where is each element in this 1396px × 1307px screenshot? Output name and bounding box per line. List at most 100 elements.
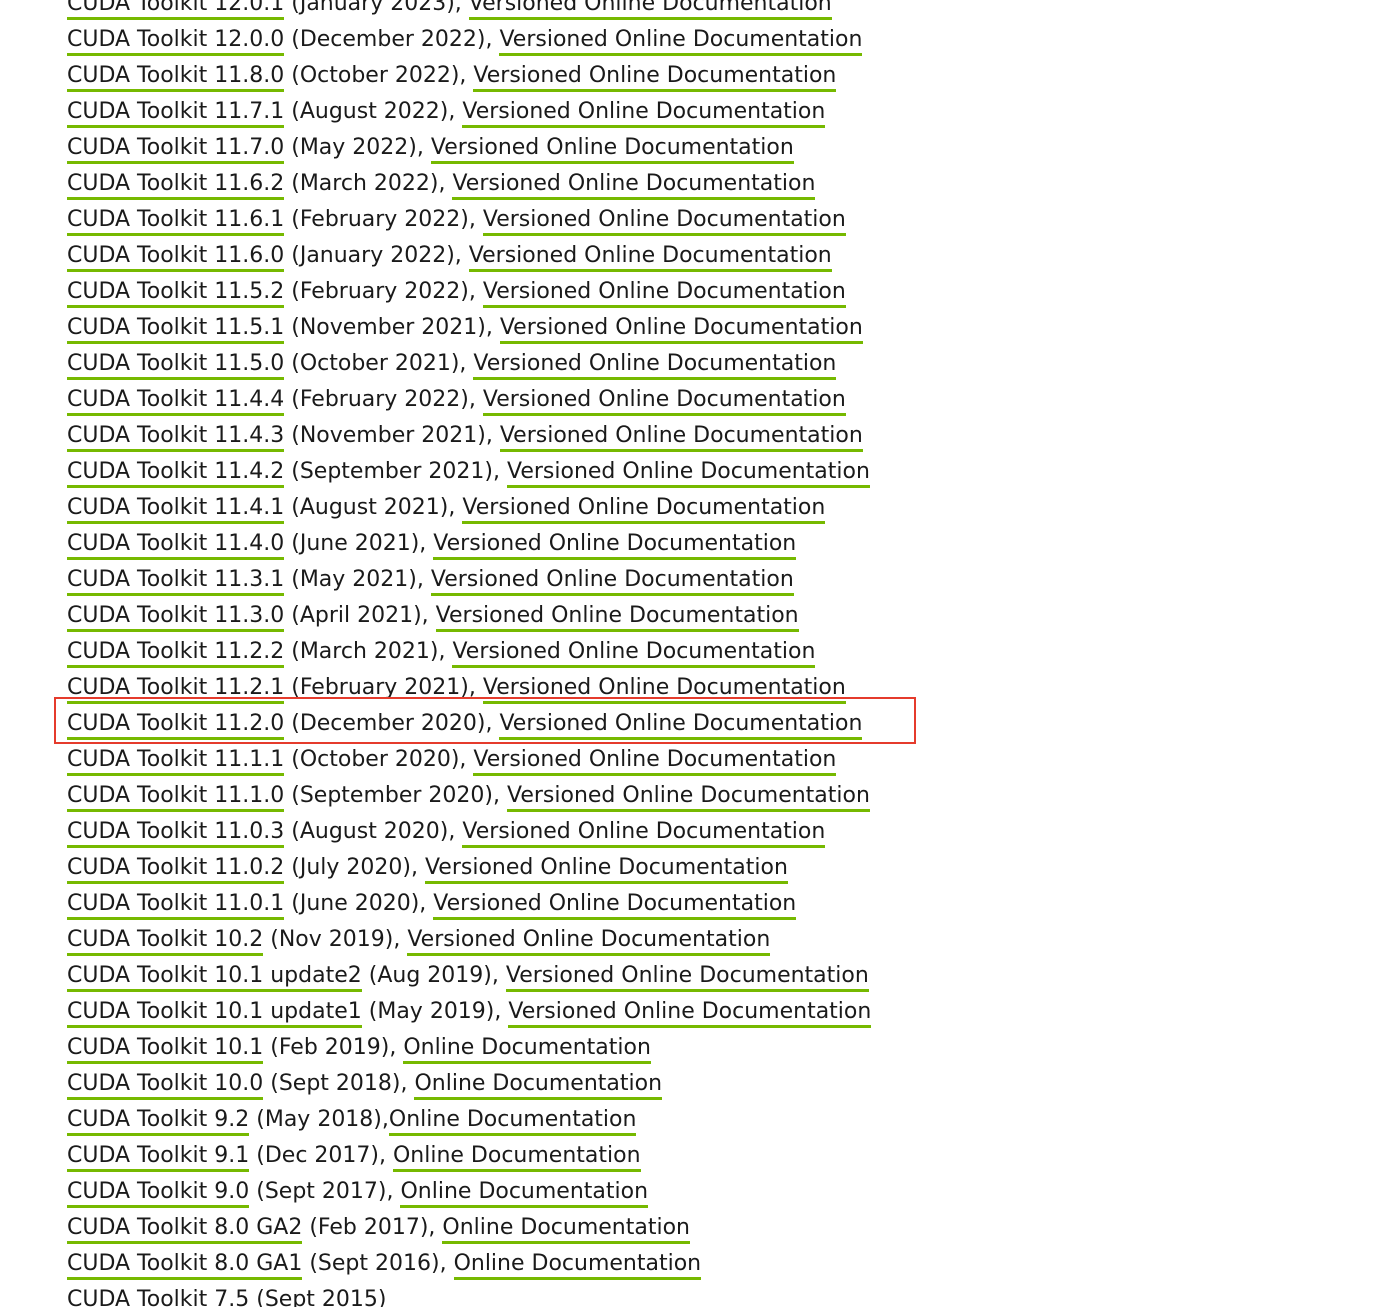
- documentation-link[interactable]: Versioned Online Documentation: [430, 567, 794, 596]
- documentation-link[interactable]: Online Documentation: [403, 1035, 651, 1064]
- documentation-link[interactable]: Online Documentation: [388, 1107, 637, 1136]
- documentation-link[interactable]: Versioned Online Documentation: [462, 495, 826, 524]
- toolkit-download-link[interactable]: CUDA Toolkit 11.5.1: [67, 315, 285, 344]
- documentation-link[interactable]: Versioned Online Documentation: [468, 0, 832, 20]
- toolkit-download-link[interactable]: CUDA Toolkit 11.6.0: [67, 243, 285, 272]
- release-date: (June 2020),: [284, 891, 434, 916]
- toolkit-download-link[interactable]: CUDA Toolkit 11.0.1: [67, 891, 285, 920]
- toolkit-download-link[interactable]: CUDA Toolkit 12.0.0: [67, 27, 285, 56]
- documentation-link[interactable]: Versioned Online Documentation: [433, 891, 797, 920]
- documentation-link[interactable]: Versioned Online Documentation: [433, 531, 797, 560]
- toolkit-download-link[interactable]: CUDA Toolkit 11.4.4: [67, 387, 285, 416]
- toolkit-download-link[interactable]: CUDA Toolkit 11.0.3: [67, 819, 285, 848]
- release-row: CUDA Toolkit 11.8.0 (October 2022), Vers…: [67, 58, 871, 94]
- toolkit-download-link[interactable]: CUDA Toolkit 11.8.0: [67, 63, 285, 92]
- toolkit-download-link[interactable]: CUDA Toolkit 10.1 update1: [67, 999, 362, 1028]
- documentation-link[interactable]: Versioned Online Documentation: [473, 747, 837, 776]
- release-row: CUDA Toolkit 10.1 (Feb 2019), Online Doc…: [67, 1030, 871, 1066]
- toolkit-download-link[interactable]: CUDA Toolkit 9.0: [67, 1179, 250, 1208]
- documentation-link[interactable]: Versioned Online Documentation: [468, 243, 832, 272]
- documentation-link[interactable]: Versioned Online Documentation: [499, 315, 863, 344]
- release-date: (February 2022),: [284, 279, 483, 304]
- release-row: CUDA Toolkit 11.1.1 (October 2020), Vers…: [67, 742, 871, 778]
- release-row: CUDA Toolkit 8.0 GA2 (Feb 2017), Online …: [67, 1210, 871, 1246]
- release-row: CUDA Toolkit 11.6.1 (February 2022), Ver…: [67, 202, 871, 238]
- toolkit-download-link[interactable]: CUDA Toolkit 10.1 update2: [67, 963, 362, 992]
- documentation-link[interactable]: Versioned Online Documentation: [473, 63, 837, 92]
- toolkit-download-link[interactable]: CUDA Toolkit 11.4.0: [67, 531, 285, 560]
- release-row: CUDA Toolkit 11.1.0 (September 2020), Ve…: [67, 778, 871, 814]
- documentation-link[interactable]: Versioned Online Documentation: [462, 99, 826, 128]
- toolkit-download-link[interactable]: CUDA Toolkit 11.3.0: [67, 603, 285, 632]
- release-date: (March 2022),: [284, 171, 453, 196]
- toolkit-download-link[interactable]: CUDA Toolkit 8.0 GA1: [67, 1251, 303, 1280]
- release-row: CUDA Toolkit 11.2.0 (December 2020), Ver…: [67, 706, 871, 742]
- documentation-link[interactable]: Versioned Online Documentation: [482, 387, 846, 416]
- toolkit-download-link[interactable]: CUDA Toolkit 11.2.1: [67, 675, 285, 704]
- documentation-link[interactable]: Online Documentation: [400, 1179, 649, 1208]
- toolkit-download-link[interactable]: CUDA Toolkit 11.5.0: [67, 351, 285, 380]
- release-date: (November 2021),: [284, 423, 500, 448]
- toolkit-download-link[interactable]: CUDA Toolkit 11.7.0: [67, 135, 285, 164]
- release-date: (August 2021),: [284, 495, 463, 520]
- documentation-link[interactable]: Versioned Online Documentation: [435, 603, 799, 632]
- toolkit-download-link[interactable]: CUDA Toolkit 11.6.2: [67, 171, 285, 200]
- documentation-link[interactable]: Online Documentation: [442, 1215, 690, 1244]
- toolkit-download-link[interactable]: CUDA Toolkit 11.4.1: [67, 495, 285, 524]
- toolkit-download-link[interactable]: CUDA Toolkit 7.5: [67, 1287, 250, 1307]
- documentation-link[interactable]: Versioned Online Documentation: [482, 279, 846, 308]
- toolkit-download-link[interactable]: CUDA Toolkit 10.2: [67, 927, 264, 956]
- release-date: (September 2021),: [284, 459, 507, 484]
- documentation-link[interactable]: Versioned Online Documentation: [482, 207, 846, 236]
- release-date: (February 2022),: [284, 207, 483, 232]
- documentation-link[interactable]: Versioned Online Documentation: [505, 963, 869, 992]
- documentation-link[interactable]: Versioned Online Documentation: [407, 927, 771, 956]
- documentation-link[interactable]: Versioned Online Documentation: [499, 711, 863, 740]
- toolkit-download-link[interactable]: CUDA Toolkit 10.1: [67, 1035, 264, 1064]
- release-row: CUDA Toolkit 11.0.3 (August 2020), Versi…: [67, 814, 871, 850]
- documentation-link[interactable]: Versioned Online Documentation: [499, 423, 863, 452]
- toolkit-download-link[interactable]: CUDA Toolkit 8.0 GA2: [67, 1215, 303, 1244]
- release-row: CUDA Toolkit 11.6.0 (January 2022), Vers…: [67, 238, 871, 274]
- release-date: (February 2022),: [284, 387, 483, 412]
- documentation-link[interactable]: Versioned Online Documentation: [482, 675, 846, 704]
- documentation-link[interactable]: Versioned Online Documentation: [506, 783, 870, 812]
- documentation-link[interactable]: Versioned Online Documentation: [506, 459, 870, 488]
- release-row: CUDA Toolkit 8.0 GA1 (Sept 2016), Online…: [67, 1246, 871, 1282]
- documentation-link[interactable]: Versioned Online Documentation: [462, 819, 826, 848]
- documentation-link[interactable]: Online Documentation: [453, 1251, 702, 1280]
- toolkit-download-link[interactable]: CUDA Toolkit 11.4.3: [67, 423, 285, 452]
- documentation-link[interactable]: Versioned Online Documentation: [473, 351, 837, 380]
- documentation-link[interactable]: Versioned Online Documentation: [452, 639, 816, 668]
- toolkit-download-link[interactable]: CUDA Toolkit 11.1.1: [67, 747, 285, 776]
- toolkit-download-link[interactable]: CUDA Toolkit 11.1.0: [67, 783, 285, 812]
- documentation-link[interactable]: Online Documentation: [414, 1071, 663, 1100]
- documentation-link[interactable]: Online Documentation: [392, 1143, 641, 1172]
- toolkit-download-link[interactable]: CUDA Toolkit 11.0.2: [67, 855, 285, 884]
- toolkit-download-link[interactable]: CUDA Toolkit 12.0.1: [67, 0, 285, 20]
- toolkit-download-link[interactable]: CUDA Toolkit 9.2: [67, 1107, 250, 1136]
- release-date: (October 2021),: [284, 351, 474, 376]
- toolkit-download-link[interactable]: CUDA Toolkit 11.2.0: [67, 711, 285, 740]
- release-date: (November 2021),: [284, 315, 500, 340]
- toolkit-download-link[interactable]: CUDA Toolkit 11.2.2: [67, 639, 285, 668]
- release-date: (Feb 2017),: [302, 1215, 443, 1240]
- release-date: (January 2023),: [284, 0, 469, 16]
- toolkit-download-link[interactable]: CUDA Toolkit 10.0: [67, 1071, 264, 1100]
- release-date: (December 2022),: [284, 27, 500, 52]
- toolkit-download-link[interactable]: CUDA Toolkit 11.4.2: [67, 459, 285, 488]
- toolkit-download-link[interactable]: CUDA Toolkit 11.6.1: [67, 207, 285, 236]
- toolkit-download-link[interactable]: CUDA Toolkit 9.1: [67, 1143, 250, 1172]
- documentation-link[interactable]: Versioned Online Documentation: [452, 171, 816, 200]
- release-date: (May 2018),: [249, 1107, 389, 1132]
- release-date: (December 2020),: [284, 711, 500, 736]
- documentation-link[interactable]: Versioned Online Documentation: [430, 135, 794, 164]
- documentation-link[interactable]: Versioned Online Documentation: [424, 855, 788, 884]
- documentation-link[interactable]: Versioned Online Documentation: [508, 999, 872, 1028]
- toolkit-download-link[interactable]: CUDA Toolkit 11.7.1: [67, 99, 285, 128]
- toolkit-download-link[interactable]: CUDA Toolkit 11.3.1: [67, 567, 285, 596]
- documentation-link[interactable]: Versioned Online Documentation: [499, 27, 863, 56]
- toolkit-download-link[interactable]: CUDA Toolkit 11.5.2: [67, 279, 285, 308]
- release-date: (September 2020),: [284, 783, 507, 808]
- release-date: (Sept 2016),: [302, 1251, 454, 1276]
